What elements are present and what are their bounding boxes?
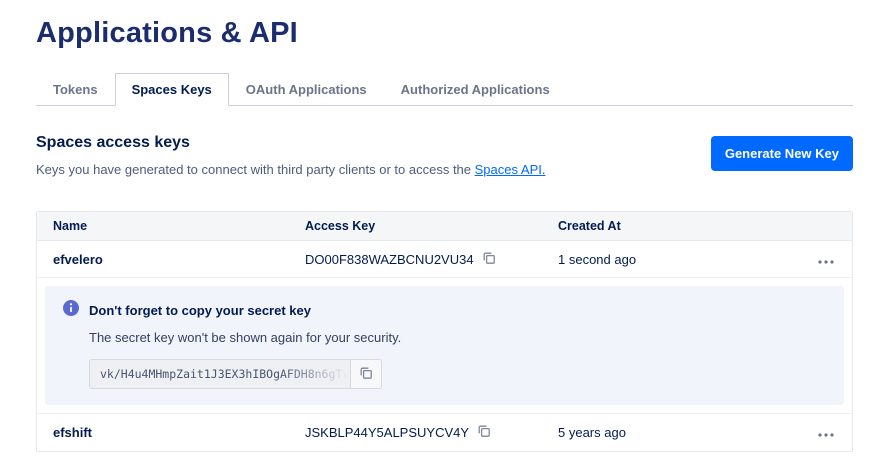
secret-key-callout: Don't forget to copy your secret key The… [45,286,844,405]
section-header: Spaces access keys Keys you have generat… [36,134,853,177]
copy-access-key-button[interactable] [482,251,496,268]
table-header-row: Name Access Key Created At [37,212,852,241]
spaces-keys-table: Name Access Key Created At efvelero DO00… [36,211,853,452]
tab-authorized-applications[interactable]: Authorized Applications [384,73,567,106]
access-key-cell: DO00F838WAZBCNU2VU34 [289,251,542,268]
secret-key-row: vk/H4u4MHmpZait1J3EX3hIBOgAFDH8n6gTv3H4q… [89,359,826,389]
callout-body: The secret key won't be shown again for … [89,330,826,345]
spaces-api-link[interactable]: Spaces API. [475,162,546,177]
page-title: Applications & API [36,0,853,50]
tab-spaces-keys[interactable]: Spaces Keys [115,73,229,106]
created-at-value: 5 years ago [542,425,796,440]
access-key-value: JSKBLP44Y5ALPSUYCV4Y [305,425,469,440]
info-icon [63,300,79,321]
section-header-text: Spaces access keys Keys you have generat… [36,134,545,177]
copy-icon [477,424,491,441]
section-description-text: Keys you have generated to connect with … [36,162,475,177]
ellipsis-menu-icon [818,252,834,267]
copy-icon [359,366,373,383]
table-row: efvelero DO00F838WAZBCNU2VU34 1 second a… [37,241,852,278]
created-at-value: 1 second ago [542,252,796,267]
row-menu-button[interactable] [796,425,852,440]
access-key-value: DO00F838WAZBCNU2VU34 [305,252,474,267]
column-header-name: Name [37,219,289,233]
ellipsis-menu-icon [818,425,834,440]
section-heading: Spaces access keys [36,134,545,152]
access-key-cell: JSKBLP44Y5ALPSUYCV4Y [289,424,542,441]
page: Applications & API Tokens Spaces Keys OA… [0,0,889,452]
callout-header: Don't forget to copy your secret key [63,300,826,321]
tab-tokens[interactable]: Tokens [36,73,115,106]
key-name: efshift [37,425,289,440]
key-name: efvelero [37,252,289,267]
generate-new-key-button[interactable]: Generate New Key [711,136,853,171]
column-header-access-key: Access Key [289,219,542,233]
tab-bar: Tokens Spaces Keys OAuth Applications Au… [36,72,853,106]
tab-oauth-applications[interactable]: OAuth Applications [229,73,384,106]
row-menu-button[interactable] [796,252,852,267]
table-row: efshift JSKBLP44Y5ALPSUYCV4Y 5 years ago [37,414,852,451]
secret-key-value: vk/H4u4MHmpZait1J3EX3hIBOgAFDH8n6gTv3H4q… [89,359,351,389]
copy-secret-key-button[interactable] [351,359,382,389]
copy-access-key-button[interactable] [477,424,491,441]
copy-icon [482,251,496,268]
secret-key-callout-row: Don't forget to copy your secret key The… [37,278,852,414]
callout-title: Don't forget to copy your secret key [89,303,311,318]
column-header-created-at: Created At [542,219,796,233]
section-description: Keys you have generated to connect with … [36,162,545,177]
